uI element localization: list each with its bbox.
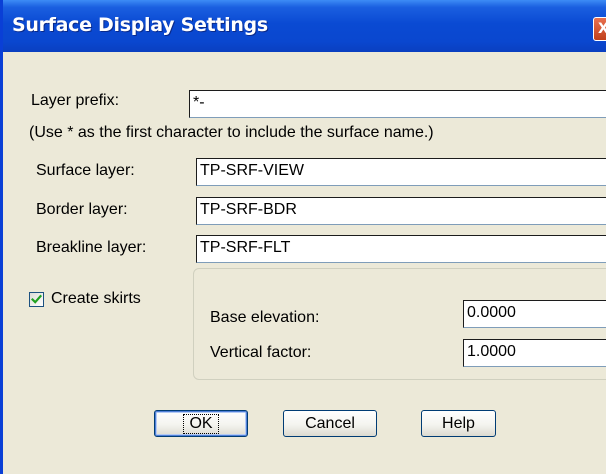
cancel-button[interactable]: Cancel — [283, 410, 377, 437]
vertical-factor-input[interactable]: 1.0000 — [463, 339, 606, 367]
title-bar[interactable]: Surface Display Settings X — [3, 0, 606, 52]
help-button[interactable]: Help — [421, 410, 496, 437]
cancel-button-label: Cancel — [305, 415, 355, 432]
layer-prefix-hint: (Use * as the first character to include… — [29, 124, 434, 141]
help-button-label: Help — [442, 415, 475, 432]
base-elevation-input[interactable]: 0.0000 — [463, 300, 606, 328]
surface-layer-label: Surface layer: — [36, 162, 135, 179]
close-icon: X — [598, 21, 606, 37]
border-layer-label: Border layer: — [36, 201, 128, 218]
layer-prefix-label: Layer prefix: — [31, 92, 120, 109]
close-button[interactable]: X — [593, 17, 606, 41]
surface-layer-input[interactable]: TP-SRF-VIEW — [196, 158, 606, 186]
ok-button[interactable]: OK — [154, 410, 248, 437]
create-skirts-checkbox[interactable] — [29, 292, 44, 307]
dialog-window: Surface Display Settings X Layer prefix:… — [0, 0, 606, 474]
border-layer-input[interactable]: TP-SRF-BDR — [196, 197, 606, 225]
create-skirts-label[interactable]: Create skirts — [51, 290, 141, 308]
base-elevation-label: Base elevation: — [210, 309, 320, 326]
window-title: Surface Display Settings — [12, 14, 268, 36]
layer-prefix-input[interactable]: *- — [189, 90, 606, 118]
ok-button-label: OK — [183, 414, 219, 434]
vertical-factor-label: Vertical factor: — [210, 344, 312, 361]
breakline-layer-label: Breakline layer: — [36, 239, 147, 256]
breakline-layer-input[interactable]: TP-SRF-FLT — [196, 235, 606, 263]
checkmark-icon — [31, 294, 42, 304]
